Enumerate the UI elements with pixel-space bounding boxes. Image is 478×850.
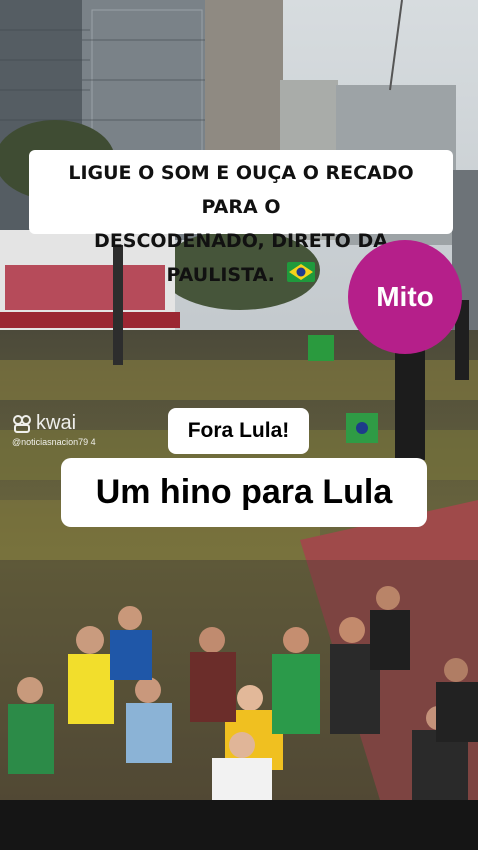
rally-photo <box>0 0 478 800</box>
kwai-brand-text: kwai <box>36 412 77 434</box>
brazil-flag-icon <box>287 259 316 293</box>
account-handle: @noticiasnacion79 4 <box>12 437 96 447</box>
kwai-icon <box>13 414 31 433</box>
kwai-logo: kwai <box>12 412 112 435</box>
video-frame: LIGUE O SOM E OUÇA O RECADO PARA O DESCO… <box>0 0 478 850</box>
caption-fora-lula: Fora Lula! <box>168 408 309 454</box>
headline-line-2-text: DESCODENADO, DIRETO DA PAULISTA. <box>94 230 388 286</box>
bottom-bar <box>0 800 478 850</box>
headline-banner: LIGUE O SOM E OUÇA O RECADO PARA O DESCO… <box>29 150 453 286</box>
kwai-watermark: kwai @noticiasnacion79 4 <box>12 412 112 448</box>
headline-line-1: LIGUE O SOM E OUÇA O RECADO PARA O <box>68 162 414 218</box>
caption-hino: Um hino para Lula <box>61 458 427 527</box>
mito-sticker: Mito <box>348 240 462 354</box>
